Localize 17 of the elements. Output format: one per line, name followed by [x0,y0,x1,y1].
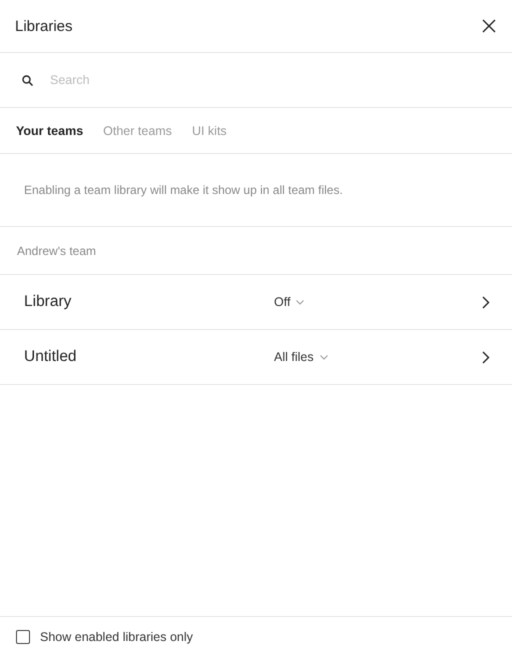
team-name: Andrew's team [17,244,96,258]
caret-icon [296,300,304,304]
chevron-icon[interactable] [482,350,490,364]
tab[interactable]: Your teams [16,124,84,138]
library-name: Library [24,293,72,311]
caret-icon [320,354,328,360]
library-name: Untitled [24,348,78,366]
checkbox[interactable] [16,630,30,644]
search-icon [22,74,33,86]
close-icon [482,19,496,33]
close-button[interactable] [480,17,498,35]
info-text: Enabling a team library will make it show up in all team files. [24,183,343,197]
setting-dropdown[interactable]: All files [274,350,328,364]
checkbox-label: Show enabled libraries only [40,630,193,644]
setting-dropdown[interactable]: Off [274,295,304,309]
chevron-icon[interactable] [482,296,490,308]
window-title: Libraries [15,18,73,34]
